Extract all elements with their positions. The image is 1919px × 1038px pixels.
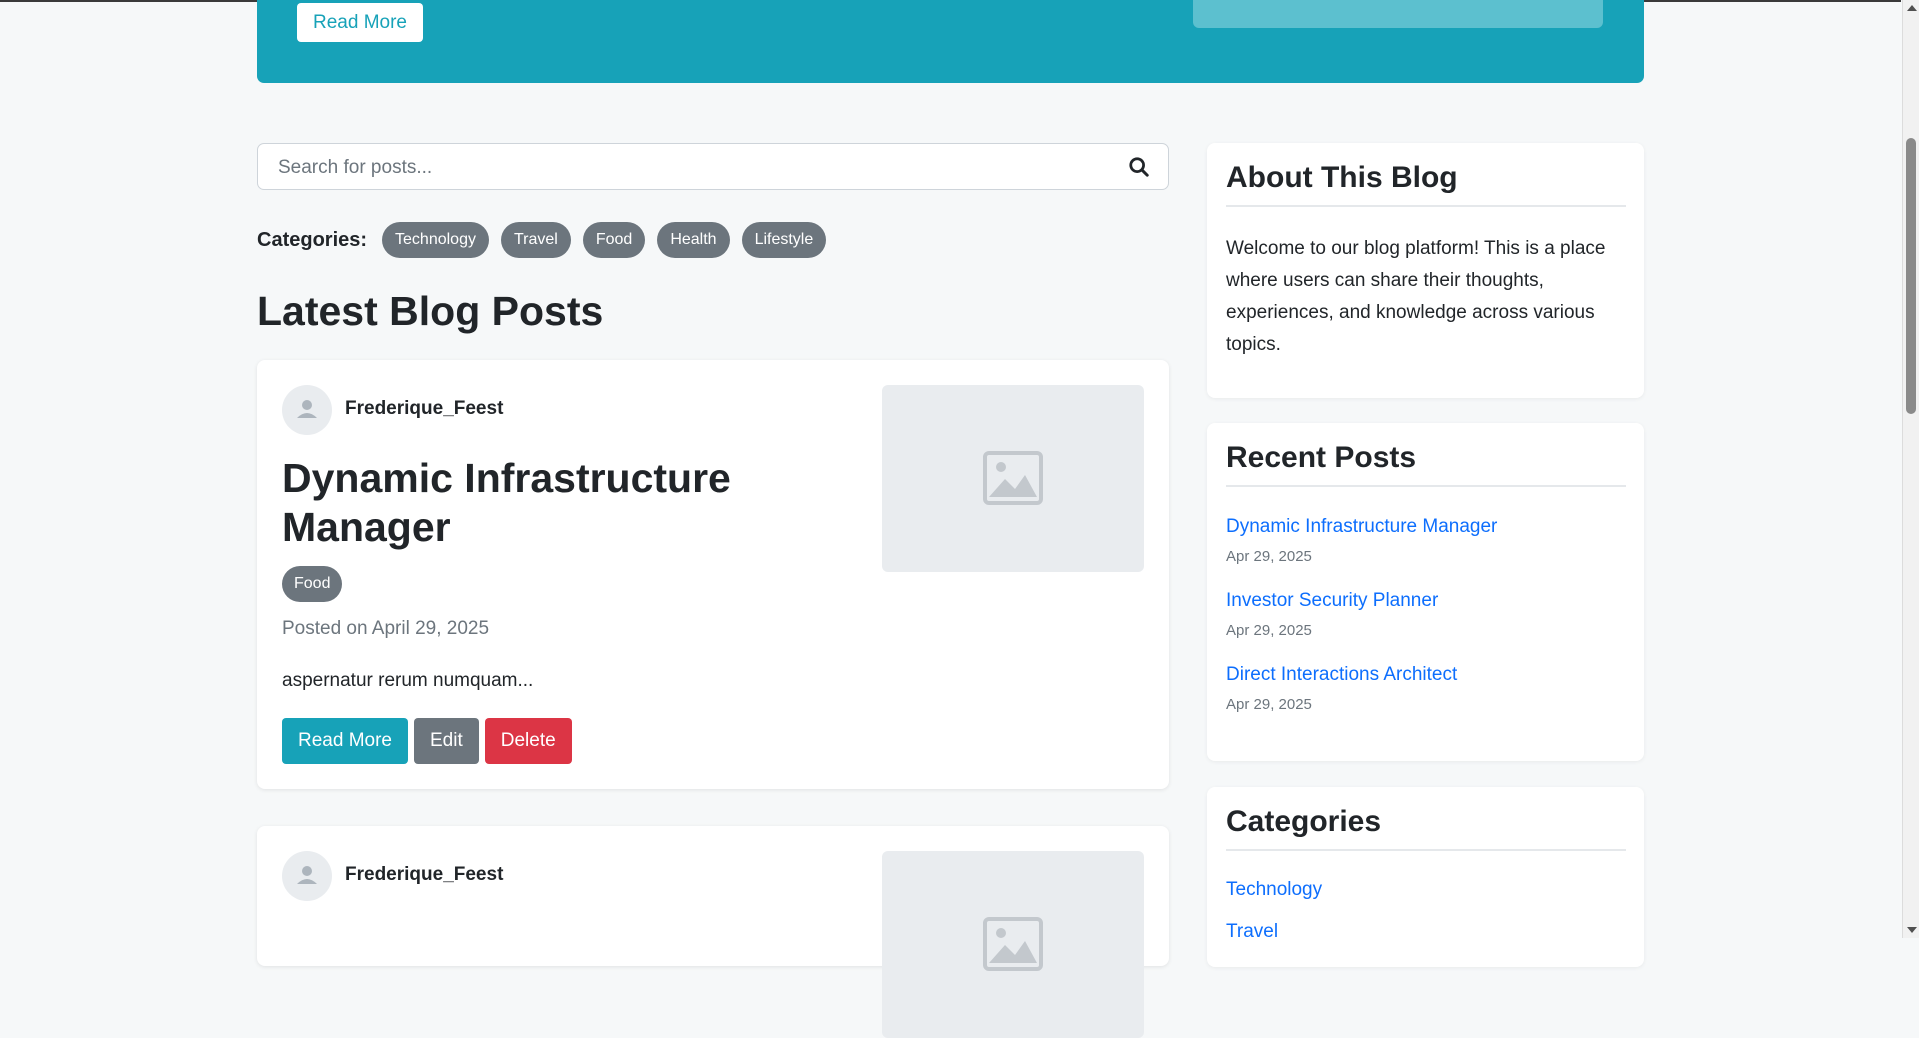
category-pill-health[interactable]: Health xyxy=(657,222,730,258)
category-pill-travel[interactable]: Travel xyxy=(500,222,571,258)
post-category-badge[interactable]: Food xyxy=(282,566,343,602)
delete-button[interactable]: Delete xyxy=(484,718,572,764)
post-title[interactable]: Dynamic Infrastructure Manager xyxy=(282,454,842,552)
post-card: Frederique_Feest xyxy=(257,826,1169,1038)
search-input[interactable] xyxy=(276,144,1100,191)
recent-posts-widget: Recent Posts Dynamic Infrastructure Mana… xyxy=(1207,423,1644,761)
recent-post-item: Dynamic Infrastructure Manager Apr 29, 2… xyxy=(1226,516,1497,565)
category-link-travel[interactable]: Travel xyxy=(1226,921,1278,943)
image-placeholder-icon xyxy=(983,451,1043,505)
recent-post-link[interactable]: Direct Interactions Architect xyxy=(1226,664,1457,686)
post-thumbnail[interactable] xyxy=(882,385,1144,572)
page-title: Latest Blog Posts xyxy=(257,288,604,334)
hero-read-more-button[interactable]: Read More xyxy=(297,3,423,42)
recent-post-item: Direct Interactions Architect Apr 29, 20… xyxy=(1226,664,1457,713)
recent-post-date: Apr 29, 2025 xyxy=(1226,548,1312,565)
post-card: Frederique_Feest Dynamic Infrastructure … xyxy=(257,360,1169,789)
avatar xyxy=(282,851,332,901)
recent-post-link[interactable]: Investor Security Planner xyxy=(1226,590,1438,612)
image-placeholder-icon xyxy=(983,917,1043,971)
recent-post-date: Apr 29, 2025 xyxy=(1226,622,1312,639)
read-more-button[interactable]: Read More xyxy=(282,718,408,764)
recent-post-link[interactable]: Dynamic Infrastructure Manager xyxy=(1226,516,1497,538)
post-thumbnail[interactable] xyxy=(882,851,1144,1038)
user-icon xyxy=(297,866,317,884)
categories-label: Categories: xyxy=(257,228,368,251)
edit-button[interactable]: Edit xyxy=(414,718,479,764)
post-author[interactable]: Frederique_Feest xyxy=(345,864,503,886)
about-title: About This Blog xyxy=(1226,161,1626,207)
about-text: Welcome to our blog platform! This is a … xyxy=(1226,238,1606,355)
category-filter: Categories: Technology Travel Food Healt… xyxy=(257,222,838,258)
category-pill-technology[interactable]: Technology xyxy=(382,222,489,258)
post-author[interactable]: Frederique_Feest xyxy=(345,398,503,420)
hero-banner: Read More xyxy=(257,0,1644,83)
category-pill-lifestyle[interactable]: Lifestyle xyxy=(741,222,827,258)
hero-image-panel xyxy=(1193,0,1603,28)
scroll-up-icon[interactable] xyxy=(1907,5,1917,11)
page-scrollbar[interactable] xyxy=(1902,0,1919,938)
categories-widget: Categories Technology Travel xyxy=(1207,787,1644,967)
search-bar xyxy=(257,143,1169,191)
scroll-down-icon[interactable] xyxy=(1907,927,1917,933)
post-date: Posted on April 29, 2025 xyxy=(282,618,490,639)
recent-posts-title: Recent Posts xyxy=(1226,441,1626,487)
categories-title: Categories xyxy=(1226,805,1626,851)
avatar xyxy=(282,385,332,435)
scrollbar-thumb[interactable] xyxy=(1906,138,1916,414)
user-icon xyxy=(297,400,317,418)
category-link-technology[interactable]: Technology xyxy=(1226,879,1322,901)
recent-post-date: Apr 29, 2025 xyxy=(1226,696,1312,713)
post-excerpt: aspernatur rerum numquam... xyxy=(282,670,534,691)
recent-post-item: Investor Security Planner Apr 29, 2025 xyxy=(1226,590,1438,639)
category-pill-food[interactable]: Food xyxy=(582,222,646,258)
search-icon[interactable] xyxy=(1128,156,1150,178)
post-actions: Read More Edit Delete xyxy=(282,718,572,764)
about-widget: About This Blog Welcome to our blog plat… xyxy=(1207,143,1644,398)
